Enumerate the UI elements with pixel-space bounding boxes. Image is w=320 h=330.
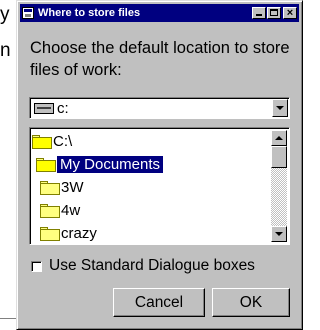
list-item[interactable]: 3W xyxy=(32,176,271,199)
chevron-down-icon[interactable] xyxy=(272,99,288,117)
list-item[interactable]: C:\ xyxy=(32,130,271,153)
drive-icon xyxy=(34,102,54,114)
folder-label: 4w xyxy=(61,202,81,219)
scroll-up-icon[interactable] xyxy=(271,130,287,146)
dialog-title: Where to store files xyxy=(38,7,141,19)
folder-label: C:\ xyxy=(53,133,73,150)
background-text-fragment: y xyxy=(0,4,10,25)
checkbox-label: Use Standard Dialogue boxes xyxy=(49,257,255,274)
application-icon[interactable] xyxy=(22,7,34,19)
folder-label: 3W xyxy=(61,179,84,196)
ok-button[interactable]: OK xyxy=(212,288,290,317)
close-button[interactable]: × xyxy=(283,7,297,19)
folder-label: crazy xyxy=(61,225,97,242)
prompt-text: Choose the default location to store fil… xyxy=(30,39,290,79)
folder-icon xyxy=(40,203,60,218)
drive-select[interactable]: c: xyxy=(29,97,290,119)
background-text-fragment: n xyxy=(0,40,11,61)
scroll-down-icon[interactable] xyxy=(271,226,287,242)
scrollbar-thumb[interactable] xyxy=(271,146,287,168)
standard-dialogue-checkbox[interactable] xyxy=(31,260,42,272)
list-item[interactable]: crazy xyxy=(32,222,271,244)
folder-icon xyxy=(40,180,60,195)
cancel-button[interactable]: Cancel xyxy=(113,288,205,317)
minimize-button[interactable] xyxy=(252,7,266,19)
list-item[interactable]: 4w xyxy=(32,199,271,222)
standard-dialogue-option[interactable]: Use Standard Dialogue boxes xyxy=(31,257,255,275)
title-bar[interactable]: Where to store files × xyxy=(20,4,299,22)
open-folder-icon xyxy=(32,134,52,149)
folder-label: My Documents xyxy=(57,156,164,173)
drive-value: c: xyxy=(57,99,69,117)
folder-list[interactable]: C:\ My Documents 3W 4w crazy xyxy=(29,127,290,245)
list-item[interactable]: My Documents xyxy=(32,153,271,176)
where-to-store-files-dialog: Where to store files × Choose the defaul… xyxy=(16,0,303,330)
folder-icon xyxy=(40,226,60,241)
maximize-button[interactable] xyxy=(267,7,281,19)
vertical-scrollbar[interactable] xyxy=(271,130,287,242)
open-folder-icon xyxy=(36,157,56,172)
